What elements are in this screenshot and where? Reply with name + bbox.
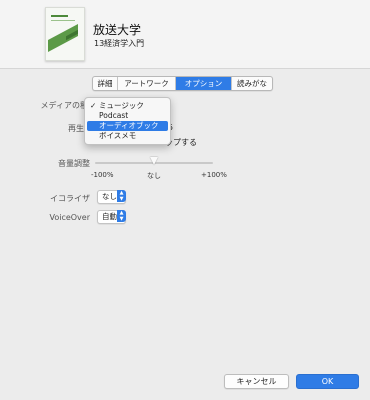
volume-max-label: +100%	[201, 171, 227, 179]
artwork-title-mark	[51, 15, 68, 17]
ok-button[interactable]: OK	[296, 374, 359, 389]
menu-item-label: ボイスメモ	[99, 131, 137, 140]
popup-stepper-icon: ▲ ▼	[117, 190, 126, 202]
voiceover-popup[interactable]: 自動 ▲ ▼	[97, 210, 126, 224]
tab-details[interactable]: 詳細	[93, 77, 118, 90]
options-dialog: 放送大学 13経済学入門 詳細 アートワーク オプション 読みがな メディアの種…	[0, 0, 370, 400]
menu-item-audiobook[interactable]: オーディオブック	[87, 121, 168, 131]
header: 放送大学 13経済学入門	[0, 0, 370, 69]
volume-mid-label: なし	[147, 172, 161, 180]
equalizer-popup[interactable]: なし ▲ ▼	[97, 190, 126, 204]
artwork-subtitle-mark	[51, 20, 75, 21]
popup-stepper-icon: ▲ ▼	[117, 210, 126, 222]
menu-item-podcast[interactable]: Podcast	[87, 111, 168, 121]
artwork-stripe	[48, 24, 78, 52]
tab-options[interactable]: オプション	[176, 77, 232, 90]
menu-item-label: オーディオブック	[99, 121, 159, 130]
playback-label: 再生	[68, 124, 84, 133]
stepper-down-glyph: ▼	[119, 196, 124, 202]
checkmark-icon: ✓	[90, 101, 97, 110]
volume-label: 音量調整	[58, 159, 90, 168]
equalizer-label: イコライザ	[50, 194, 90, 203]
cancel-button[interactable]: キャンセル	[224, 374, 289, 389]
voiceover-label: VoiceOver	[49, 213, 90, 222]
voiceover-value: 自動	[102, 212, 117, 221]
album-artwork	[45, 7, 85, 61]
tab-reading[interactable]: 読みがな	[232, 77, 272, 90]
item-subtitle: 13経済学入門	[94, 39, 145, 48]
volume-min-label: -100%	[91, 171, 114, 179]
media-kind-menu[interactable]: ✓ ミュージック Podcast オーディオブック ボイスメモ	[84, 97, 171, 145]
volume-slider-thumb[interactable]	[150, 157, 158, 165]
menu-item-voice-memo[interactable]: ボイスメモ	[87, 131, 168, 141]
menu-item-label: Podcast	[99, 111, 129, 120]
equalizer-value: なし	[102, 192, 117, 201]
tab-artwork[interactable]: アートワーク	[118, 77, 176, 90]
stepper-down-glyph: ▼	[119, 216, 124, 222]
item-title: 放送大学	[93, 23, 142, 37]
tab-bar: 詳細 アートワーク オプション 読みがな	[92, 76, 273, 91]
menu-item-label: ミュージック	[99, 101, 144, 110]
menu-item-music[interactable]: ✓ ミュージック	[87, 101, 168, 111]
